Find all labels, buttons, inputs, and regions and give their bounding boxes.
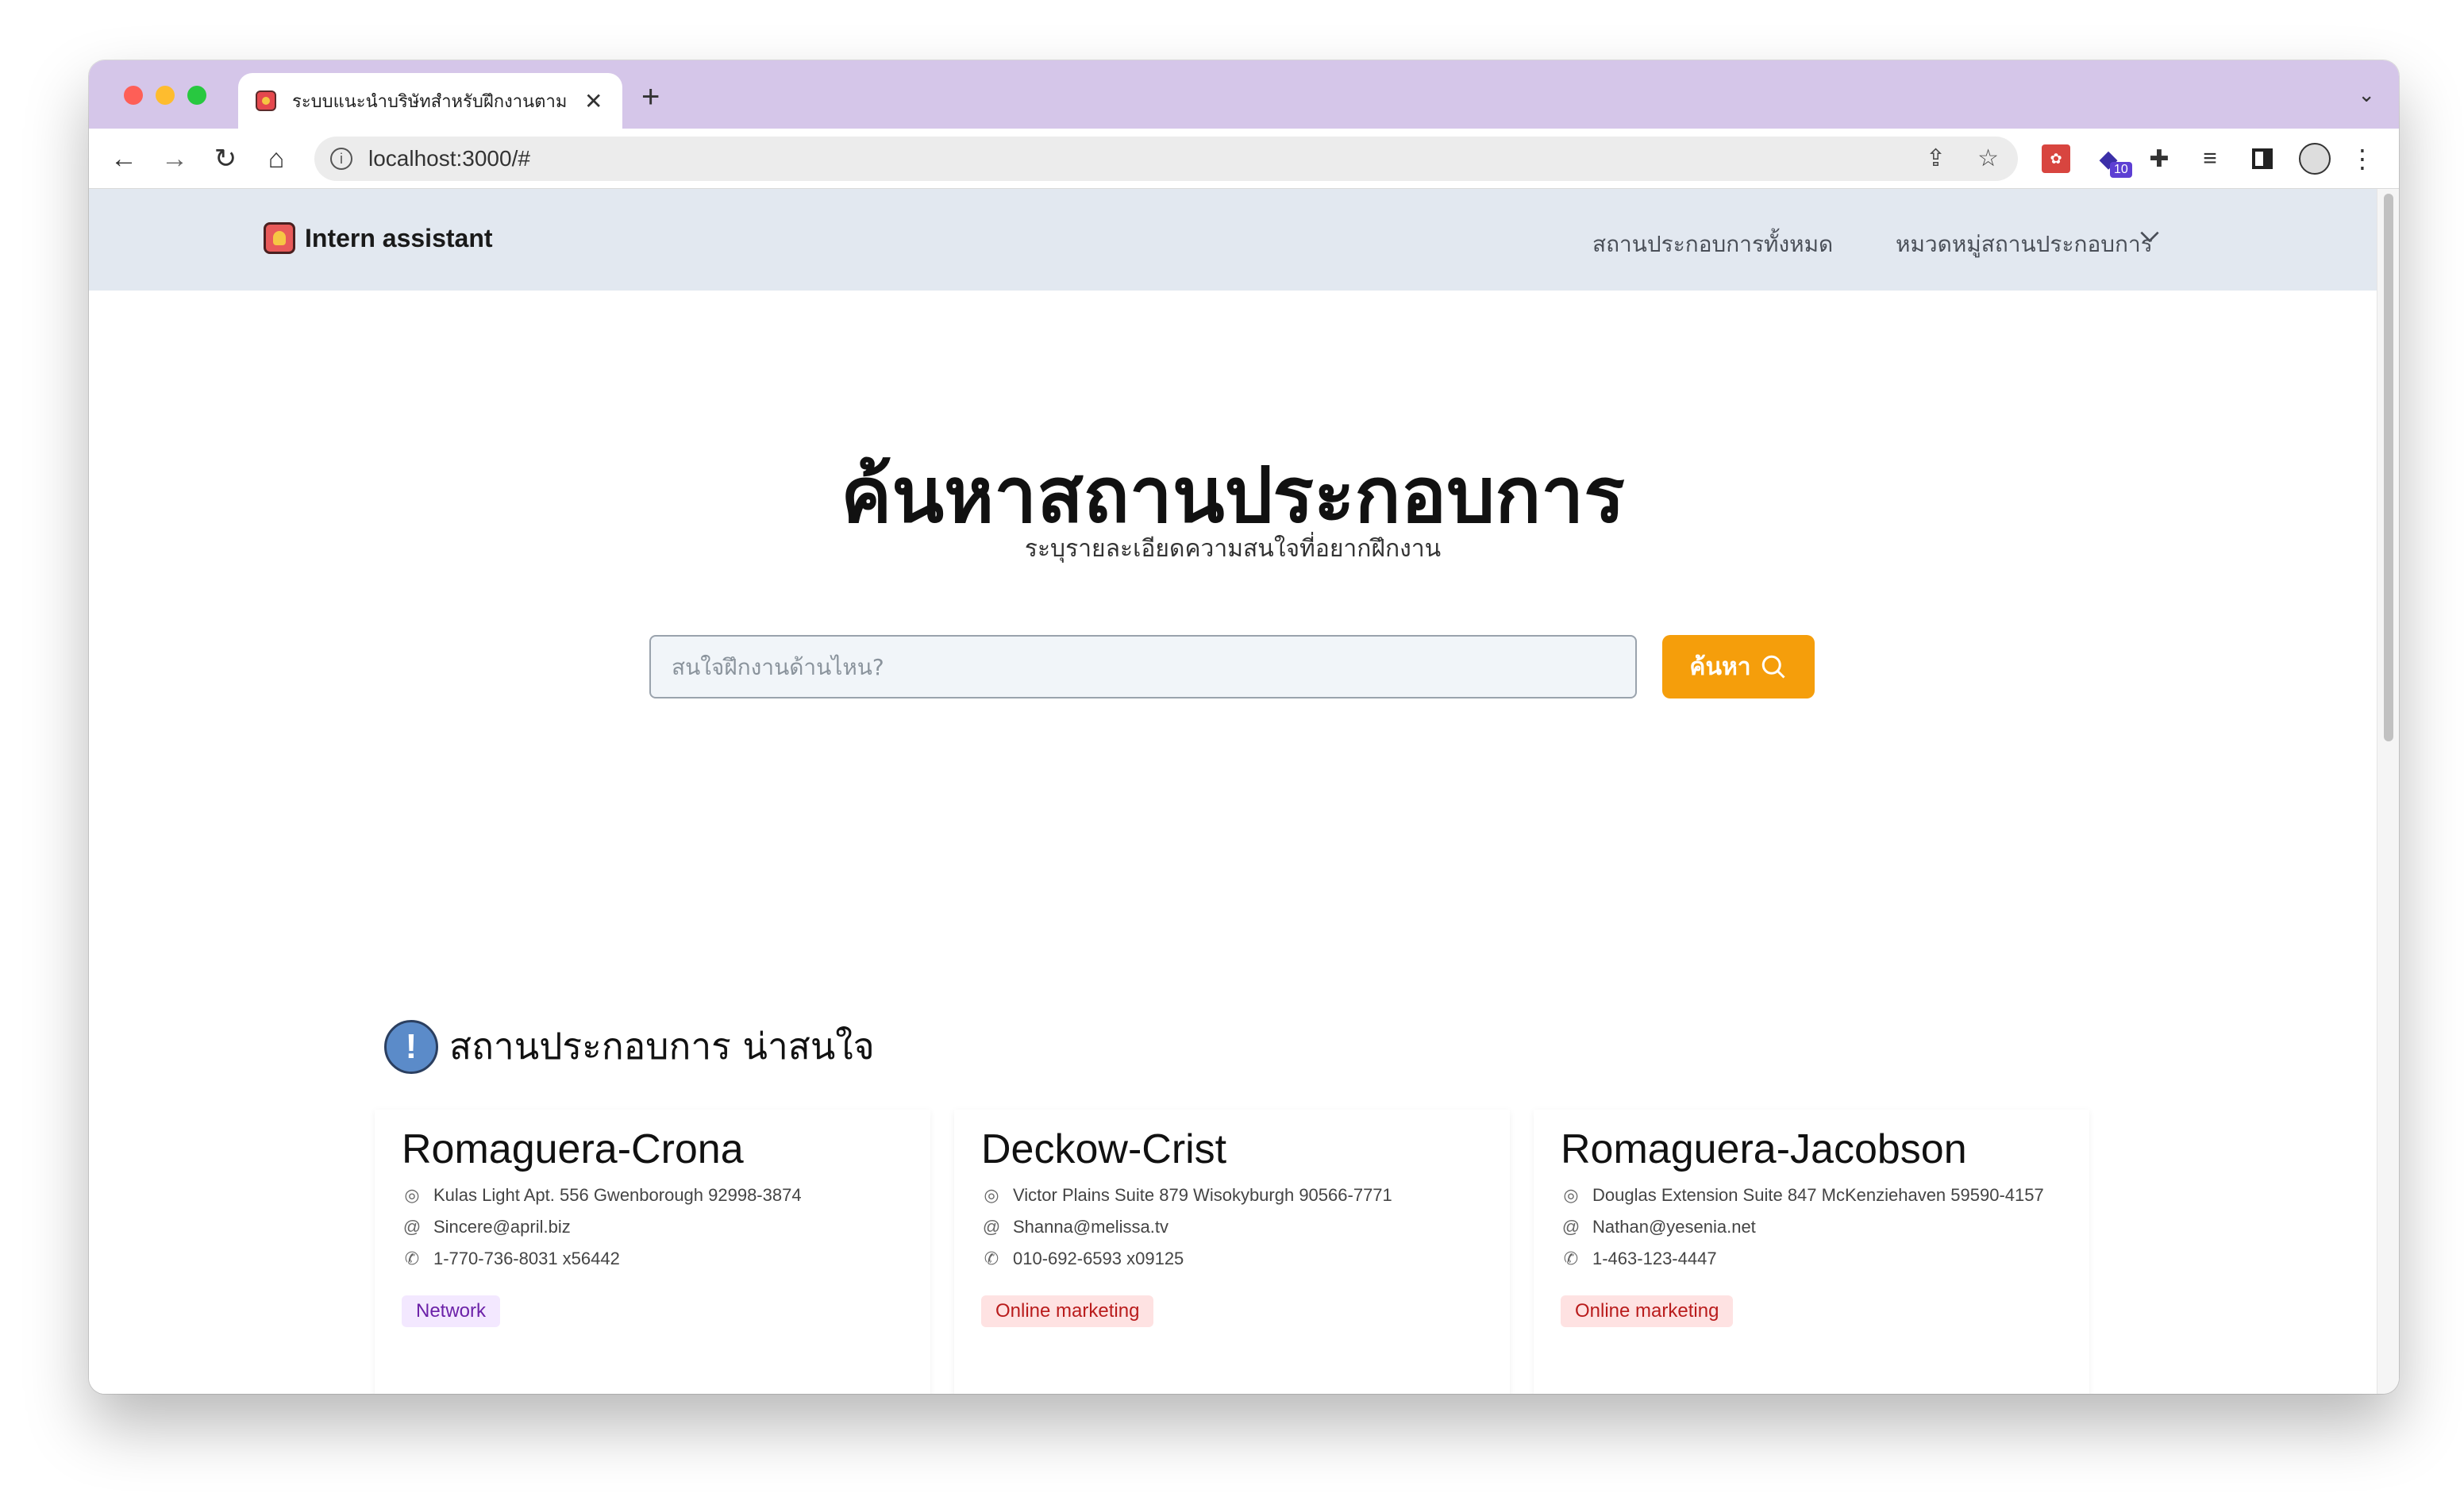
category-tag[interactable]: Network bbox=[402, 1295, 501, 1327]
phone-icon: ✆ bbox=[984, 1249, 999, 1268]
category-tag[interactable]: Online marketing bbox=[981, 1295, 1154, 1327]
search-button-label: ค้นหา bbox=[1689, 652, 1751, 681]
search-input[interactable] bbox=[649, 635, 1637, 698]
phone-icon: ✆ bbox=[404, 1249, 420, 1268]
email-icon: @ bbox=[1561, 1217, 1580, 1237]
info-icon[interactable]: i bbox=[330, 148, 352, 170]
chevron-down-icon[interactable]: ⌄ bbox=[2358, 83, 2375, 107]
nav-categories[interactable]: หมวดหมู่สถานประกอบการ bbox=[1896, 227, 2153, 262]
scrollbar[interactable] bbox=[2377, 189, 2399, 1394]
search-button[interactable]: ค้นหา bbox=[1662, 635, 1815, 698]
phone-icon: ✆ bbox=[1563, 1249, 1579, 1268]
star-icon[interactable]: ☆ bbox=[1977, 144, 1999, 172]
warning-icon: ! bbox=[384, 1019, 438, 1074]
plus-icon[interactable]: + bbox=[641, 79, 660, 115]
close-window-button[interactable] bbox=[124, 86, 143, 105]
puzzle-icon[interactable]: ✚ bbox=[2145, 144, 2173, 173]
company-card[interactable]: Deckow-Crist ◎ Victor Plains Suite 879 Wi… bbox=[954, 1110, 1510, 1394]
active-tab[interactable]: ระบบแนะนำบริษัทสำหรับฝึกงานตาม ✕ bbox=[238, 73, 622, 129]
reload-icon[interactable]: ↻ bbox=[206, 140, 244, 178]
company-phone: 1-770-736-8031 x56442 bbox=[433, 1249, 620, 1268]
page-viewport: Intern assistant สถานประกอบการทั้งหมด หม… bbox=[89, 189, 2377, 1394]
minimize-window-button[interactable] bbox=[156, 86, 175, 105]
browser-toolbar: ← → ↻ ⌂ i localhost:3000/# ⇪ ☆ ✿ ◆ 10 ✚ … bbox=[89, 129, 2399, 189]
forward-icon[interactable]: → bbox=[156, 140, 194, 178]
reading-list-icon[interactable]: ≡ bbox=[2196, 144, 2224, 173]
category-tag[interactable]: Online marketing bbox=[1561, 1295, 1734, 1327]
site-navbar: Intern assistant สถานประกอบการทั้งหมด หม… bbox=[89, 189, 2377, 291]
company-email: Nathan@yesenia.net bbox=[1592, 1217, 1756, 1237]
brand-link[interactable]: Intern assistant bbox=[264, 222, 493, 254]
nav-all-companies[interactable]: สถานประกอบการทั้งหมด bbox=[1592, 227, 1833, 262]
share-icon[interactable]: ⇪ bbox=[1926, 144, 1946, 172]
logo-icon bbox=[264, 222, 295, 254]
tab-bar: ระบบแนะนำบริษัทสำหรับฝึกงานตาม ✕ + ⌄ bbox=[89, 60, 2399, 129]
email-icon: @ bbox=[982, 1217, 1001, 1237]
extension-badge: 10 bbox=[2110, 162, 2132, 178]
tab-title: ระบบแนะนำบริษัทสำหรับฝึกงานตาม bbox=[292, 91, 568, 112]
favicon-icon bbox=[256, 90, 276, 111]
email-icon: @ bbox=[402, 1217, 422, 1237]
location-icon: ◎ bbox=[404, 1185, 420, 1205]
company-name[interactable]: Romaguera-Jacobson bbox=[1561, 1126, 2062, 1173]
brand-name: Intern assistant bbox=[305, 223, 493, 252]
company-name[interactable]: Deckow-Crist bbox=[981, 1126, 1483, 1173]
company-email: Sincere@april.biz bbox=[433, 1217, 571, 1237]
avatar[interactable] bbox=[2299, 143, 2331, 175]
extension-icon[interactable]: ✿ bbox=[2042, 144, 2070, 173]
close-icon[interactable]: ✕ bbox=[584, 88, 603, 114]
address-bar[interactable]: i localhost:3000/# ⇪ ☆ bbox=[314, 137, 2018, 181]
location-icon: ◎ bbox=[984, 1185, 999, 1205]
company-phone: 1-463-123-4447 bbox=[1592, 1249, 1717, 1268]
company-email: Shanna@melissa.tv bbox=[1013, 1217, 1168, 1237]
search-icon bbox=[1761, 655, 1785, 679]
chevron-down-icon[interactable] bbox=[2137, 224, 2162, 255]
scrollbar-thumb[interactable] bbox=[2384, 194, 2393, 741]
location-icon: ◎ bbox=[1563, 1185, 1579, 1205]
company-phone: 010-692-6593 x09125 bbox=[1013, 1249, 1184, 1268]
company-card[interactable]: Romaguera-Jacobson ◎ Douglas Extension Su… bbox=[1534, 1110, 2089, 1394]
company-card[interactable]: Romaguera-Crona ◎ Kulas Light Apt. 556 Gw… bbox=[375, 1110, 930, 1394]
back-icon[interactable]: ← bbox=[105, 140, 143, 178]
maximize-window-button[interactable] bbox=[187, 86, 206, 105]
company-address: Douglas Extension Suite 847 McKenziehave… bbox=[1592, 1185, 2044, 1205]
browser-window: ระบบแนะนำบริษัทสำหรับฝึกงานตาม ✕ + ⌄ ← →… bbox=[89, 60, 2399, 1394]
company-address: Victor Plains Suite 879 Wisokyburgh 9056… bbox=[1013, 1185, 1392, 1205]
more-icon[interactable]: ⋮ bbox=[2348, 144, 2377, 173]
company-name[interactable]: Romaguera-Crona bbox=[402, 1126, 903, 1173]
side-panel-icon[interactable] bbox=[2248, 144, 2277, 173]
section-title: สถานประกอบการ น่าสนใจ bbox=[449, 1025, 875, 1068]
company-address: Kulas Light Apt. 556 Gwenborough 92998-3… bbox=[433, 1185, 802, 1205]
section-header: ! สถานประกอบการ น่าสนใจ bbox=[384, 1018, 875, 1076]
home-icon[interactable]: ⌂ bbox=[257, 140, 295, 178]
page-subtitle: ระบุรายละเอียดความสนใจที่อยากฝึกงาน bbox=[1024, 535, 1442, 563]
url-text[interactable]: localhost:3000/# bbox=[368, 146, 530, 171]
